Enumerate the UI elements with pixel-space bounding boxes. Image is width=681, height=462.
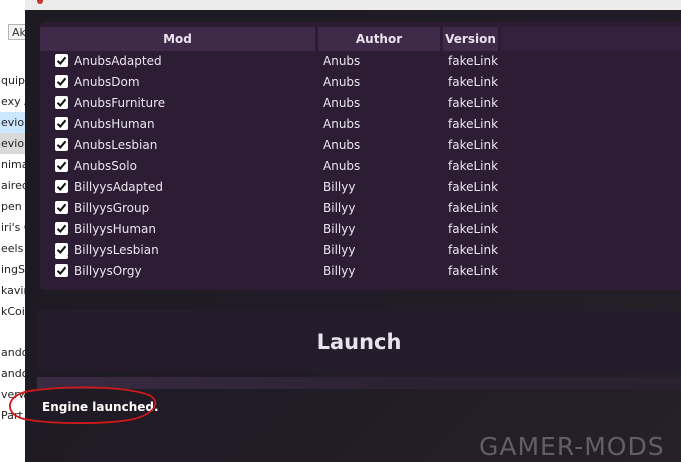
mod-name: BillyysGroup (74, 201, 150, 215)
mod-checkbox[interactable] (55, 201, 68, 214)
table-row[interactable]: BillyysAdapted Billyy fakeLink (40, 177, 681, 198)
mod-author: Anubs (323, 138, 361, 152)
mod-author: Billyy (323, 264, 356, 278)
mod-checkbox[interactable] (55, 75, 68, 88)
table-row[interactable]: BillyysOrgy Billyy fakeLink (40, 261, 681, 282)
table-row[interactable]: AnubsFurniture Anubs fakeLink (40, 93, 681, 114)
mod-version: fakeLink (448, 222, 499, 236)
mod-name: BillyysAdapted (74, 180, 163, 194)
mod-author: Anubs (323, 117, 361, 131)
column-header-mod[interactable]: Mod (40, 27, 315, 51)
mod-checkbox[interactable] (55, 96, 68, 109)
mod-version: fakeLink (448, 54, 499, 68)
checkmark-icon (56, 161, 67, 170)
launch-panel: Launch (37, 310, 681, 372)
checkmark-icon (56, 224, 67, 233)
mod-table-header: Mod Author Version (40, 27, 681, 51)
mod-checkbox[interactable] (55, 159, 68, 172)
mod-name: BillyysOrgy (74, 264, 142, 278)
annotation-circle (9, 386, 157, 425)
table-row[interactable]: AnubsLesbian Anubs fakeLink (40, 135, 681, 156)
mod-version: fakeLink (448, 264, 499, 278)
table-row[interactable]: AnubsDom Anubs fakeLink (40, 72, 681, 93)
column-header-filler (501, 27, 681, 51)
watermark: GAMER-MODS (479, 432, 665, 461)
mod-version: fakeLink (448, 117, 499, 131)
mod-author: Anubs (323, 54, 361, 68)
mod-author: Billyy (323, 222, 356, 236)
mod-name: AnubsSolo (74, 159, 137, 173)
mod-name: AnubsDom (74, 75, 140, 89)
mod-checkbox[interactable] (55, 255, 68, 259)
mod-checkbox[interactable] (55, 117, 68, 130)
table-row-partial[interactable] (40, 253, 681, 259)
mod-author: Anubs (323, 75, 361, 89)
mod-checkbox[interactable] (55, 222, 68, 235)
mod-name: AnubsAdapted (74, 54, 162, 68)
mod-version: fakeLink (448, 138, 499, 152)
mod-checkbox[interactable] (55, 138, 68, 151)
table-row[interactable]: AnubsHuman Anubs fakeLink (40, 114, 681, 135)
mod-author: Anubs (323, 96, 361, 110)
mod-table-body: AnubsAdapted Anubs fakeLink AnubsDom Anu… (40, 51, 681, 282)
mod-version: fakeLink (448, 96, 499, 110)
mod-checkbox[interactable] (55, 180, 68, 193)
checkmark-icon (56, 203, 67, 212)
table-row[interactable]: BillyysGroup Billyy fakeLink (40, 198, 681, 219)
checkmark-icon (56, 119, 67, 128)
table-row[interactable]: BillyysHuman Billyy fakeLink (40, 219, 681, 240)
column-header-author[interactable]: Author (318, 27, 440, 51)
mod-name: AnubsFurniture (74, 96, 166, 110)
mod-checkbox[interactable] (55, 264, 68, 277)
column-header-version[interactable]: Version (443, 27, 498, 51)
mod-list-panel: Mod Author Version AnubsAdapted Anubs fa… (40, 22, 681, 290)
mod-author: Billyy (323, 201, 356, 215)
mod-checkbox[interactable] (55, 54, 68, 67)
mod-version: fakeLink (448, 159, 499, 173)
table-row[interactable]: AnubsAdapted Anubs fakeLink (40, 51, 681, 72)
table-row[interactable]: AnubsSolo Anubs fakeLink (40, 156, 681, 177)
mod-version: fakeLink (448, 75, 499, 89)
checkmark-icon (56, 77, 67, 86)
mod-author: Billyy (323, 180, 356, 194)
title-bar[interactable] (25, 0, 681, 10)
checkmark-icon (56, 182, 67, 191)
mod-name: AnubsHuman (74, 117, 155, 131)
mod-version: fakeLink (448, 180, 499, 194)
mod-name: BillyysHuman (74, 222, 156, 236)
checkmark-icon (56, 140, 67, 149)
checkmark-icon (56, 98, 67, 107)
checkmark-icon (56, 56, 67, 65)
app-icon (37, 0, 43, 4)
mod-author: Anubs (323, 159, 361, 173)
mod-name: AnubsLesbian (74, 138, 158, 152)
mod-version: fakeLink (448, 201, 499, 215)
checkmark-icon (56, 266, 67, 275)
launch-button[interactable]: Launch (37, 310, 681, 372)
